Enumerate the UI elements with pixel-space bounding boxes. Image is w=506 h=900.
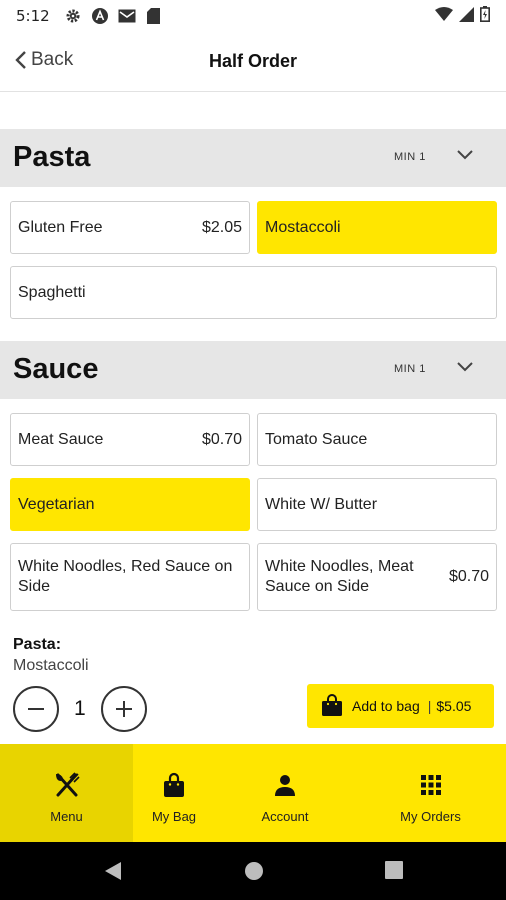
- home-circle-icon[interactable]: [244, 861, 264, 886]
- min-label: MIN 1: [394, 363, 426, 375]
- add-to-bag-button[interactable]: Add to bag | $5.05: [307, 684, 494, 728]
- sd-card-icon: [145, 7, 163, 25]
- add-to-bag-separator: |: [427, 698, 432, 714]
- status-time: 5:12: [16, 7, 50, 25]
- option-vegetarian[interactable]: Vegetarian: [10, 478, 250, 531]
- grid-icon: [420, 771, 442, 799]
- option-spaghetti[interactable]: Spaghetti: [10, 266, 497, 319]
- tab-my-bag[interactable]: My Bag: [133, 744, 215, 842]
- option-label: White Noodles, Red Sauce on Side: [18, 558, 233, 595]
- option-label: Vegetarian: [18, 495, 95, 513]
- option-white-noodles-red-sauce[interactable]: White Noodles, Red Sauce on Side: [10, 543, 250, 611]
- option-label: Spaghetti: [18, 283, 86, 301]
- quantity-value: 1: [74, 697, 86, 720]
- selection-summary: Pasta: Mostaccoli: [13, 636, 89, 675]
- increment-button[interactable]: [101, 686, 147, 732]
- chevron-down-icon[interactable]: [456, 148, 474, 166]
- status-right: [435, 6, 490, 26]
- section-header-pasta[interactable]: Pasta MIN 1: [0, 129, 506, 187]
- quantity-bar: 1 Add to bag | $5.05: [0, 676, 506, 744]
- option-mostaccoli[interactable]: Mostaccoli: [257, 201, 497, 254]
- bag-icon: [321, 693, 343, 720]
- option-label: Gluten Free: [18, 218, 103, 236]
- option-label: White W/ Butter: [265, 495, 378, 513]
- fork-knife-icon: [54, 771, 80, 799]
- minus-icon: [28, 708, 44, 710]
- system-nav-bar: [0, 842, 506, 900]
- summary-heading: Pasta:: [13, 636, 62, 653]
- option-price: $0.70: [201, 430, 242, 448]
- option-label: Meat Sauce: [18, 430, 104, 448]
- option-gluten-free[interactable]: Gluten Free $2.05: [10, 201, 250, 254]
- back-triangle-icon[interactable]: [103, 861, 123, 886]
- tab-label: Menu: [50, 809, 83, 824]
- chevron-down-icon[interactable]: [456, 360, 474, 378]
- option-price: $0.70: [448, 568, 489, 585]
- status-bar: 5:12: [0, 0, 506, 32]
- tab-my-orders[interactable]: My Orders: [355, 744, 506, 842]
- bag-icon: [163, 771, 185, 799]
- recents-square-icon[interactable]: [385, 861, 403, 884]
- tab-label: My Orders: [400, 809, 461, 824]
- option-label: Mostaccoli: [265, 218, 341, 236]
- assistant-icon: [91, 7, 109, 25]
- add-to-bag-price: $5.05: [436, 698, 472, 714]
- person-icon: [274, 771, 296, 799]
- section-header-sauce[interactable]: Sauce MIN 1: [0, 341, 506, 399]
- bottom-tab-bar: Menu My Bag Account My Orders: [0, 744, 506, 842]
- signal-icon: [459, 6, 474, 26]
- section-title: Pasta: [13, 141, 91, 173]
- mail-icon: [118, 7, 136, 25]
- option-label: Tomato Sauce: [265, 430, 368, 448]
- min-label: MIN 1: [394, 151, 426, 163]
- option-tomato-sauce[interactable]: Tomato Sauce: [257, 413, 497, 466]
- option-white-w-butter[interactable]: White W/ Butter: [257, 478, 497, 531]
- page-title: Half Order: [208, 51, 298, 71]
- tab-label: My Bag: [151, 809, 197, 824]
- battery-icon: [480, 6, 490, 26]
- settings-icon: [64, 7, 82, 25]
- section-title: Sauce: [13, 353, 99, 385]
- wifi-icon: [435, 7, 453, 25]
- tab-label: Account: [261, 809, 309, 824]
- option-white-noodles-meat-sauce[interactable]: White Noodles, Meat Sauce on Side $0.70: [257, 543, 497, 611]
- app-header: Back Half Order: [0, 32, 506, 92]
- option-meat-sauce[interactable]: Meat Sauce $0.70: [10, 413, 250, 466]
- tab-menu[interactable]: Menu: [0, 744, 133, 842]
- add-to-bag-label: Add to bag: [352, 698, 420, 714]
- plus-icon: [116, 701, 132, 717]
- decrement-button[interactable]: [13, 686, 59, 732]
- summary-value: Mostaccoli: [13, 657, 89, 674]
- option-label: White Noodles, Meat Sauce on Side: [265, 558, 414, 595]
- screen: 5:12 Back Half Order Pasta MIN 1 Gluten …: [0, 0, 506, 900]
- tab-account[interactable]: Account: [215, 744, 355, 842]
- option-price: $2.05: [201, 218, 242, 236]
